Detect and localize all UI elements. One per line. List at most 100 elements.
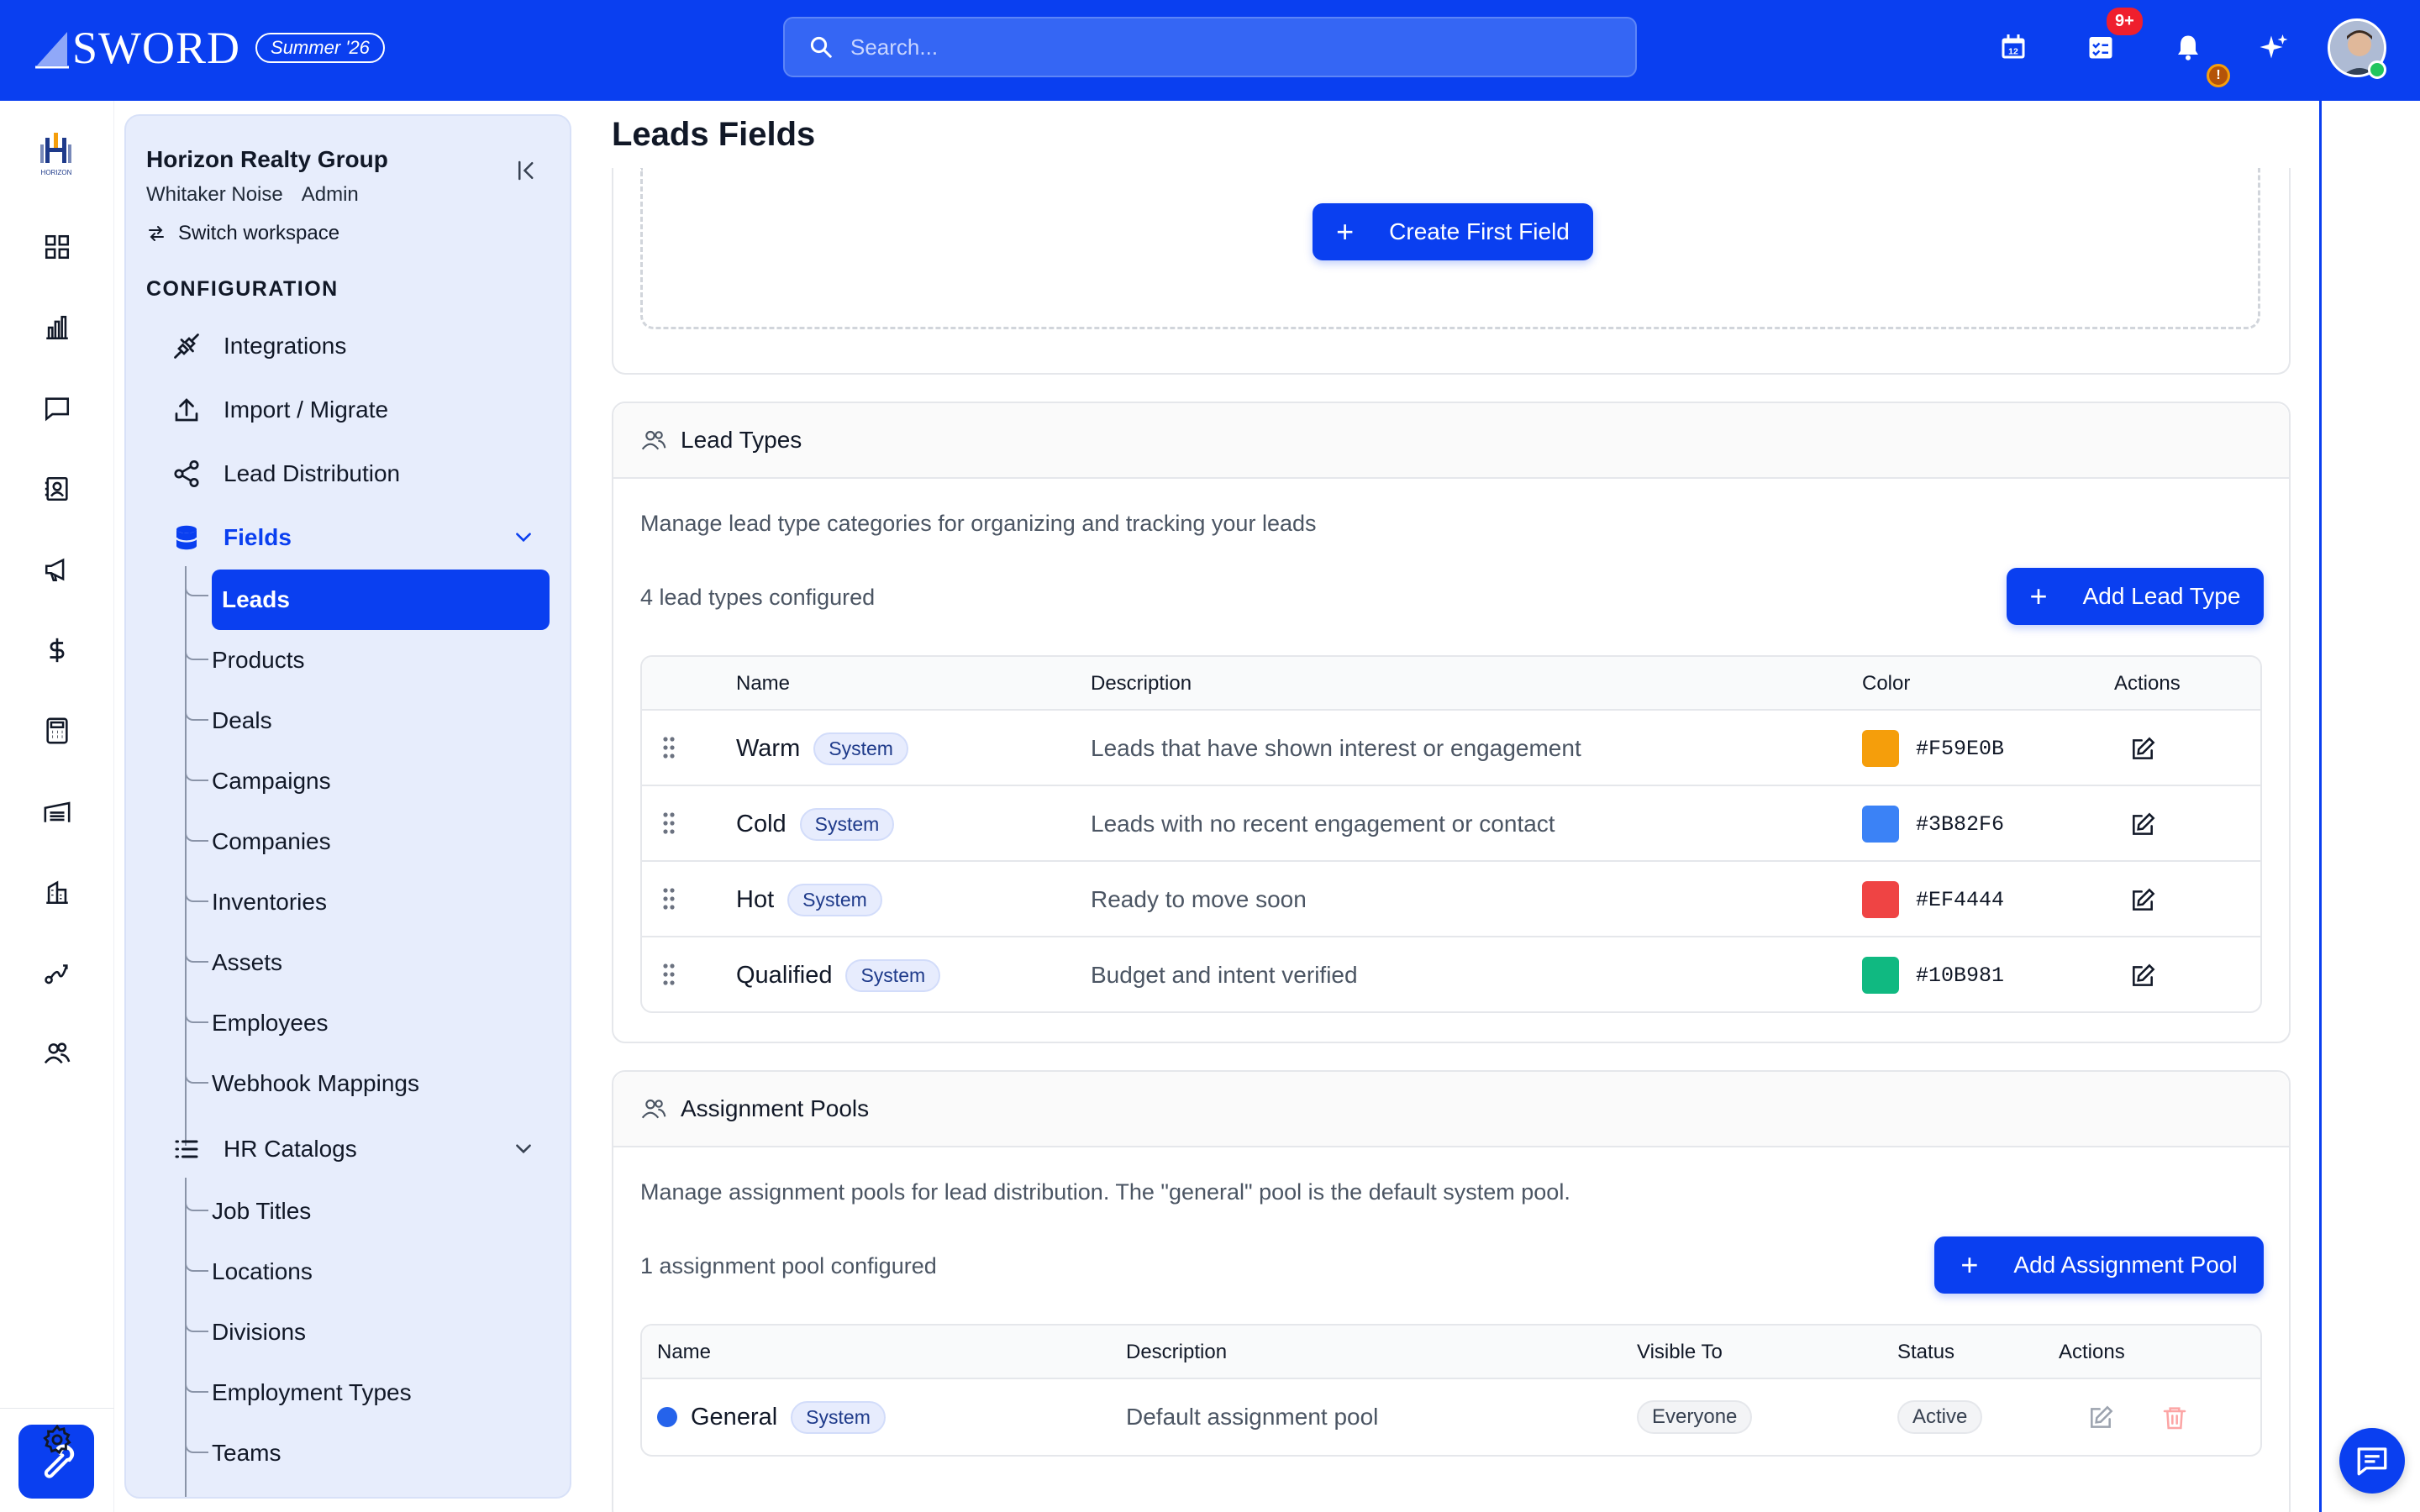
sword-logo-icon — [35, 32, 69, 69]
contacts-icon[interactable] — [37, 469, 77, 509]
user-role: Admin — [301, 183, 359, 206]
search-icon — [810, 36, 832, 58]
tree-elbow — [185, 1431, 208, 1453]
column-header-color: Color — [1862, 672, 1911, 695]
add-lead-type-label: Add Lead Type — [2082, 583, 2241, 609]
column-header-name: Name — [657, 1341, 712, 1363]
subnav-products[interactable]: Products — [212, 638, 305, 682]
subnav-deals[interactable]: Deals — [212, 699, 272, 743]
plug-icon — [170, 329, 203, 363]
subnav-inventories[interactable]: Inventories — [212, 880, 327, 924]
lead-type-name-cell: Hot System — [736, 862, 882, 937]
user-info: Whitaker Noise Admin — [146, 183, 359, 207]
chevron-down-icon[interactable] — [513, 526, 534, 548]
add-assignment-pool-button[interactable]: + Add Assignment Pool — [1934, 1236, 2264, 1294]
buildings-icon[interactable] — [37, 872, 77, 912]
horizon-logo-icon[interactable]: HORIZON — [29, 131, 84, 183]
subnav-job-titles[interactable]: Job Titles — [212, 1189, 311, 1233]
assignment-pools-count: 1 assignment pool configured — [640, 1253, 937, 1278]
dollar-icon[interactable] — [37, 630, 77, 670]
switch-workspace-link[interactable]: Switch workspace — [146, 222, 339, 245]
create-first-field-button[interactable]: + Create First Field — [1313, 203, 1593, 260]
search-input[interactable] — [850, 34, 1607, 60]
calendar-icon[interactable]: 12 — [1998, 32, 2028, 62]
collapse-sidebar-icon[interactable] — [514, 158, 539, 183]
trash-icon[interactable] — [2161, 1404, 2188, 1431]
edit-icon[interactable] — [2129, 736, 2156, 763]
warehouse-icon[interactable] — [37, 791, 77, 832]
bell-icon[interactable] — [2173, 32, 2203, 62]
subnav-teams[interactable]: Teams — [212, 1431, 281, 1475]
drag-handle-icon[interactable] — [662, 963, 676, 986]
nav-item-import[interactable]: Import / Migrate — [170, 386, 388, 433]
calculator-icon[interactable] — [37, 711, 77, 751]
tasks-icon[interactable] — [2086, 32, 2116, 62]
tasks-count-badge: 9+ — [2104, 5, 2145, 38]
brand-logo[interactable]: SWORD Summer '26 — [34, 22, 385, 74]
chat-button[interactable] — [2339, 1428, 2405, 1494]
subnav-webhook-mappings[interactable]: Webhook Mappings — [212, 1062, 419, 1105]
tree-elbow — [185, 1001, 208, 1023]
season-badge: Summer '26 — [255, 33, 385, 63]
settings-icon[interactable] — [37, 1420, 77, 1460]
nav-item-fields[interactable]: Fields — [170, 514, 292, 561]
subnav-locations[interactable]: Locations — [212, 1250, 313, 1294]
dashboard-icon[interactable] — [37, 227, 77, 267]
subnav-companies[interactable]: Companies — [212, 820, 331, 864]
swap-icon — [149, 226, 164, 241]
search-bar[interactable] — [783, 17, 1637, 77]
nav-item-hr-catalogs[interactable]: HR Catalogs — [170, 1126, 357, 1173]
chat-icon — [2357, 1447, 2387, 1476]
column-header-name: Name — [736, 672, 791, 695]
edit-icon[interactable] — [2129, 811, 2156, 838]
routes-icon[interactable] — [37, 953, 77, 993]
nav-item-lead-distribution[interactable]: Lead Distribution — [170, 450, 400, 497]
table-row: Qualified System Budget and intent verif… — [642, 937, 2260, 1011]
subnav-employment-types[interactable]: Employment Types — [212, 1371, 412, 1415]
team-icon[interactable] — [37, 1033, 77, 1074]
campaigns-icon[interactable] — [37, 549, 77, 590]
edit-icon[interactable] — [2087, 1404, 2114, 1431]
subnav-employees[interactable]: Employees — [212, 1001, 329, 1045]
svg-text:12: 12 — [2008, 46, 2018, 56]
nav-item-integrations[interactable]: Integrations — [170, 323, 346, 370]
lead-types-title: Lead Types — [681, 427, 802, 453]
edit-icon[interactable] — [2129, 887, 2156, 914]
tree-elbow — [185, 1371, 208, 1393]
messages-icon[interactable] — [37, 388, 77, 428]
drag-handle-icon[interactable] — [662, 736, 676, 759]
edit-icon[interactable] — [2129, 963, 2156, 990]
tree-elbow — [185, 575, 208, 596]
share-icon — [170, 457, 203, 491]
tree-elbow — [185, 638, 208, 660]
drag-handle-icon[interactable] — [662, 887, 676, 911]
upload-icon — [170, 393, 203, 427]
lead-type-description: Ready to move soon — [1091, 886, 1307, 912]
assignment-pools-description: Manage assignment pools for lead distrib… — [640, 1179, 1570, 1205]
icon-rail: HORIZON — [0, 101, 114, 1512]
plus-icon: + — [2029, 579, 2048, 613]
column-header-visible-to: Visible To — [1637, 1341, 1723, 1363]
subnav-assets[interactable]: Assets — [212, 941, 282, 984]
color-swatch — [1862, 806, 1899, 843]
column-header-description: Description — [1126, 1341, 1228, 1363]
fields-empty-card: + Create First Field — [612, 168, 2291, 375]
subnav-leads[interactable]: Leads — [212, 570, 550, 630]
lead-type-color-cell: #3B82F6 — [1862, 786, 2004, 862]
plus-icon: + — [1336, 214, 1355, 249]
subnav-campaigns[interactable]: Campaigns — [212, 759, 331, 803]
table-header: Name Description Visible To Status Actio… — [642, 1326, 2260, 1379]
tree-elbow — [185, 880, 208, 902]
sparkle-icon[interactable] — [2259, 32, 2289, 62]
subnav-divisions[interactable]: Divisions — [212, 1310, 306, 1354]
tree-elbow — [185, 699, 208, 721]
lead-types-card: Lead Types Manage lead type categories f… — [612, 402, 2291, 1043]
tree-elbow — [185, 1189, 208, 1211]
pool-name-cell: General System — [657, 1379, 886, 1455]
drag-handle-icon[interactable] — [662, 811, 676, 835]
pool-status-cell: Active — [1897, 1379, 1983, 1455]
analytics-icon[interactable] — [37, 307, 77, 348]
add-lead-type-button[interactable]: + Add Lead Type — [2007, 568, 2264, 625]
lead-types-count: 4 lead types configured — [640, 585, 876, 610]
chevron-down-icon[interactable] — [513, 1137, 534, 1159]
